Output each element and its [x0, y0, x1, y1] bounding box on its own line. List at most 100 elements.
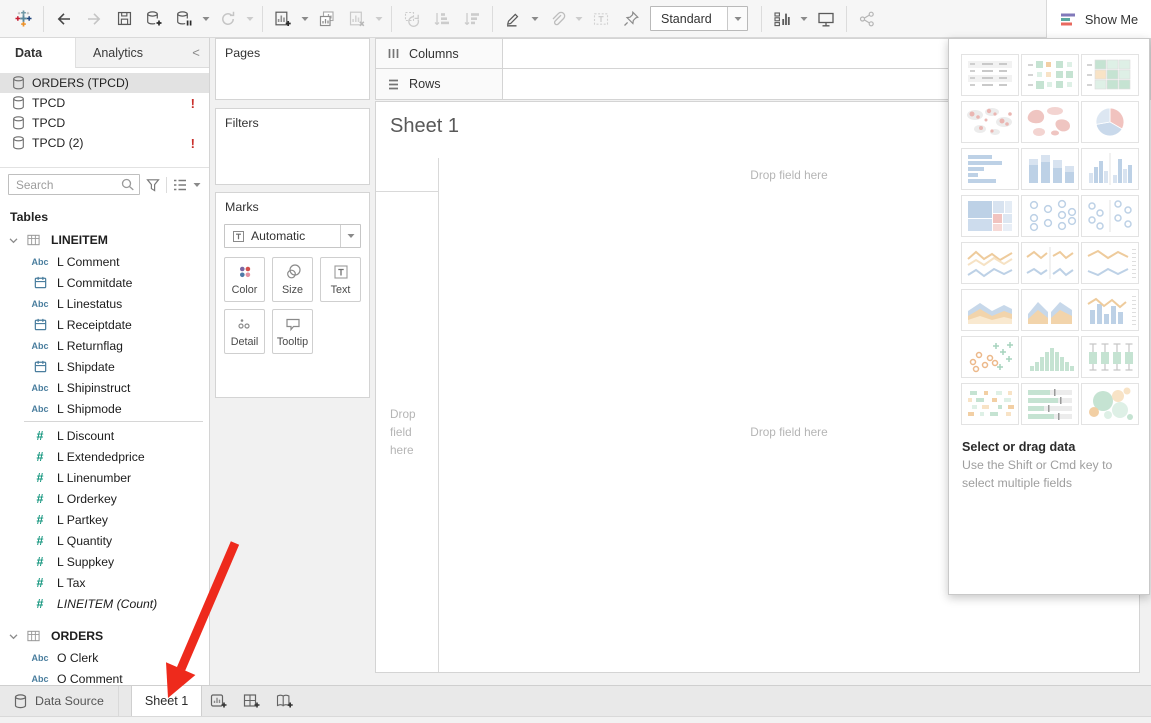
chevron-down-icon[interactable]	[193, 182, 201, 188]
new-story-button[interactable]	[268, 686, 301, 716]
presentation-mode-button[interactable]	[813, 5, 839, 33]
field-item[interactable]: #LINEITEM (Count)	[0, 593, 209, 614]
rows-header-drop-zone[interactable]: Drop field here	[376, 192, 438, 672]
duplicate-sheet-button[interactable]	[314, 5, 340, 33]
chevron-down-icon[interactable]	[245, 5, 255, 33]
field-item[interactable]: #L Extendedprice	[0, 446, 209, 467]
showme-bullet-graph[interactable]	[1021, 383, 1079, 425]
chevron-down-icon[interactable]	[374, 5, 384, 33]
showme-stacked-bars[interactable]	[1021, 148, 1079, 190]
attach-button[interactable]	[544, 5, 570, 33]
showme-histogram[interactable]	[1021, 336, 1079, 378]
data-source-tab[interactable]: Data Source	[0, 686, 119, 716]
save-button[interactable]	[111, 5, 137, 33]
field-item[interactable]: AbcL Comment	[0, 251, 209, 272]
table-group-orders[interactable]: ORDERS	[0, 625, 209, 647]
field-item[interactable]: #L Partkey	[0, 509, 209, 530]
showme-pie-chart[interactable]	[1081, 101, 1139, 143]
showme-symbol-map[interactable]	[961, 101, 1019, 143]
chevron-expand-icon[interactable]	[8, 235, 19, 246]
showme-packed-bubbles[interactable]	[1081, 383, 1139, 425]
chevron-expand-icon[interactable]	[8, 631, 19, 642]
chevron-down-icon[interactable]	[574, 5, 584, 33]
showme-lines-continuous[interactable]	[961, 242, 1019, 284]
field-item[interactable]: #L Suppkey	[0, 551, 209, 572]
field-item[interactable]: AbcL Shipmode	[0, 398, 209, 419]
chevron-down-icon[interactable]	[530, 5, 540, 33]
showme-side-by-side-circles[interactable]	[1081, 195, 1139, 237]
showme-highlight-table[interactable]	[1021, 54, 1079, 96]
tab-analytics[interactable]: Analytics	[76, 38, 183, 68]
show-me-button[interactable]: Show Me	[1046, 0, 1151, 38]
field-item[interactable]: L Shipdate	[0, 356, 209, 377]
showme-area-discrete[interactable]	[1021, 289, 1079, 331]
field-item[interactable]: AbcL Shipinstruct	[0, 377, 209, 398]
showme-area-continuous[interactable]	[961, 289, 1019, 331]
filter-fields-icon[interactable]	[145, 177, 161, 193]
field-item[interactable]: L Receiptdate	[0, 314, 209, 335]
table-group-lineitem[interactable]: LINEITEM	[0, 229, 209, 251]
showme-circle-views[interactable]	[1021, 195, 1079, 237]
showme-text-table[interactable]	[961, 54, 1019, 96]
show-mark-labels-button[interactable]	[769, 5, 795, 33]
field-item[interactable]: #L Orderkey	[0, 488, 209, 509]
sheet-title[interactable]: Sheet 1	[390, 115, 459, 138]
datasource-item[interactable]: TPCD	[0, 113, 209, 133]
field-item[interactable]: AbcO Comment	[0, 668, 209, 685]
new-dashboard-button[interactable]	[235, 686, 268, 716]
detail-button[interactable]: Detail	[224, 309, 265, 354]
text-button[interactable]: Text	[320, 257, 361, 302]
mark-type-dropdown[interactable]: Automatic	[224, 224, 361, 248]
showme-side-by-side-bars[interactable]	[1081, 148, 1139, 190]
sort-ascending-button[interactable]	[429, 5, 455, 33]
size-button[interactable]: Size	[272, 257, 313, 302]
showme-treemap[interactable]	[961, 195, 1019, 237]
showme-gantt[interactable]	[961, 383, 1019, 425]
collapse-pane-button[interactable]: <	[183, 38, 209, 68]
showme-filled-map[interactable]	[1021, 101, 1079, 143]
showme-box-and-whisker[interactable]	[1081, 336, 1139, 378]
redo-button[interactable]	[81, 5, 107, 33]
field-item[interactable]: #L Quantity	[0, 530, 209, 551]
swap-rows-columns-button[interactable]	[399, 5, 425, 33]
chevron-down-icon[interactable]	[201, 5, 211, 33]
view-options-icon[interactable]	[172, 178, 188, 192]
tab-data[interactable]: Data	[0, 38, 76, 68]
showme-dual-combination[interactable]	[1081, 289, 1139, 331]
pages-card[interactable]: Pages	[215, 38, 370, 100]
pause-updates-button[interactable]	[171, 5, 197, 33]
showme-horizontal-bars[interactable]	[961, 148, 1019, 190]
share-button[interactable]	[854, 5, 880, 33]
datasource-item[interactable]: TPCD (2)!	[0, 133, 209, 153]
view-mode-select[interactable]: Standard	[650, 6, 748, 31]
color-button[interactable]: Color	[224, 257, 265, 302]
field-item[interactable]: AbcL Returnflag	[0, 335, 209, 356]
undo-button[interactable]	[51, 5, 77, 33]
new-worksheet-tab-button[interactable]	[202, 686, 235, 716]
field-item[interactable]: #L Tax	[0, 572, 209, 593]
pin-button[interactable]	[618, 5, 644, 33]
new-worksheet-button[interactable]	[270, 5, 296, 33]
field-item[interactable]: AbcO Clerk	[0, 647, 209, 668]
chevron-down-icon[interactable]	[300, 5, 310, 33]
highlight-button[interactable]	[500, 5, 526, 33]
showme-scatter-plot[interactable]	[961, 336, 1019, 378]
field-item[interactable]: #L Discount	[0, 425, 209, 446]
text-annotation-button[interactable]	[588, 5, 614, 33]
filters-card[interactable]: Filters	[215, 108, 370, 185]
chevron-down-icon[interactable]	[727, 7, 747, 30]
datasource-item[interactable]: ORDERS (TPCD)	[0, 73, 209, 93]
datasource-item[interactable]: TPCD!	[0, 93, 209, 113]
tooltip-button[interactable]: Tooltip	[272, 309, 313, 354]
showme-heat-map[interactable]	[1081, 54, 1139, 96]
field-item[interactable]: #L Linenumber	[0, 467, 209, 488]
add-datasource-button[interactable]	[141, 5, 167, 33]
sort-descending-button[interactable]	[459, 5, 485, 33]
field-item[interactable]: L Commitdate	[0, 272, 209, 293]
chevron-down-icon[interactable]	[799, 5, 809, 33]
chevron-down-icon[interactable]	[340, 225, 360, 247]
sheet-1-tab[interactable]: Sheet 1	[131, 686, 202, 716]
refresh-button[interactable]	[215, 5, 241, 33]
clear-sheet-button[interactable]	[344, 5, 370, 33]
field-item[interactable]: AbcL Linestatus	[0, 293, 209, 314]
